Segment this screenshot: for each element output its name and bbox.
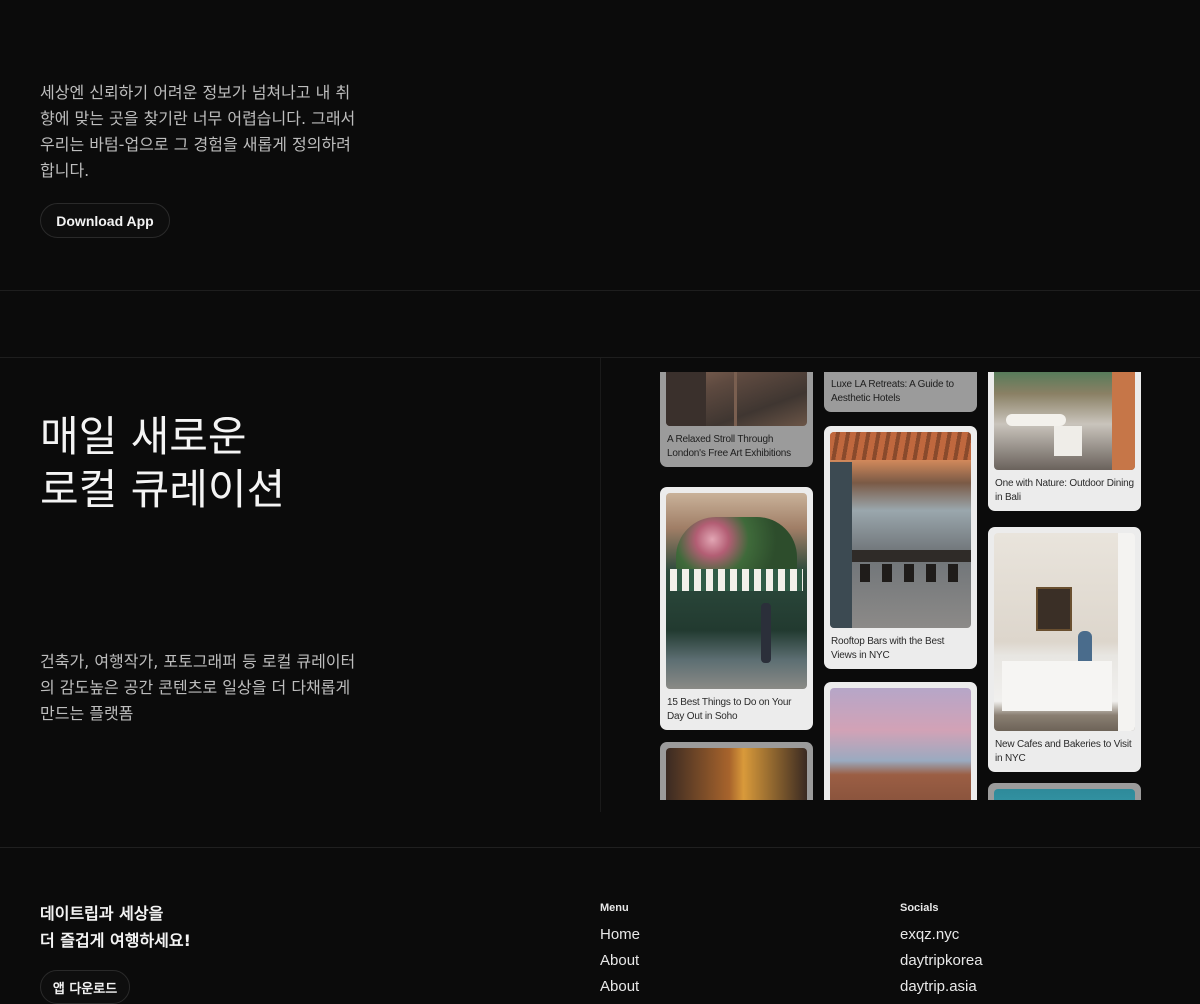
footer-link-about[interactable]: About (600, 948, 640, 974)
card-caption: One with Nature: Outdoor Dining in Bali (995, 478, 1134, 503)
footer-tagline: 데이트립과 세상을 더 즐겁게 여행하세요! (40, 900, 191, 954)
hero-subtext: 건축가, 여행작가, 포토그래퍼 등 로컬 큐레이터의 감도높은 공간 콘텐츠로… (40, 652, 356, 723)
curation-card[interactable]: A Relaxed Stroll Through London's Free A… (660, 372, 813, 467)
card-image (666, 748, 807, 800)
curation-card[interactable]: New Cafes and Bakeries to Visit in NYC (988, 527, 1141, 772)
curation-card[interactable]: Rooftop Bars with the Best Views in NYC (824, 426, 977, 669)
card-caption: New Cafes and Bakeries to Visit in NYC (995, 739, 1132, 764)
curation-card[interactable] (988, 783, 1141, 800)
app-download-button[interactable]: 앱 다운로드 (40, 970, 130, 1004)
social-link-exqz[interactable]: exqz.nyc (900, 922, 983, 948)
curation-card[interactable]: One with Nature: Outdoor Dining in Bali (988, 372, 1141, 511)
column-divider (600, 358, 601, 812)
card-image (830, 688, 971, 800)
card-caption: Luxe LA Retreats: A Guide to Aesthetic H… (831, 379, 954, 404)
social-link-daytrip-asia[interactable]: daytrip.asia (900, 974, 983, 1000)
hero-headline-line2: 로컬 큐레이션 (40, 465, 286, 514)
footer-tagline-line2: 더 즐겁게 여행하세요! (40, 931, 191, 950)
download-app-button[interactable]: Download App (40, 203, 170, 238)
card-caption: 15 Best Things to Do on Your Day Out in … (667, 697, 792, 722)
curation-card[interactable] (660, 742, 813, 800)
social-link-daytripkorea[interactable]: daytripkorea (900, 948, 983, 974)
curation-card[interactable]: Luxe LA Retreats: A Guide to Aesthetic H… (824, 372, 977, 412)
footer-menu-heading: Menu (600, 902, 629, 914)
footer-link-about[interactable]: About (600, 974, 640, 1000)
curation-gallery: A Relaxed Stroll Through London's Free A… (660, 372, 1142, 800)
card-image (994, 533, 1135, 731)
hero-headline: 매일 새로운 로컬 큐레이션 (40, 410, 285, 516)
footer-socials: Socials exqz.nyc daytripkorea daytrip.as… (900, 902, 983, 1000)
section-divider (0, 290, 1200, 291)
card-image (666, 372, 807, 426)
footer-link-home[interactable]: Home (600, 922, 640, 948)
card-caption: A Relaxed Stroll Through London's Free A… (667, 434, 791, 459)
footer-divider (0, 847, 1200, 848)
card-caption: Rooftop Bars with the Best Views in NYC (831, 636, 945, 661)
card-image (666, 493, 807, 689)
intro-text: 세상엔 신뢰하기 어려운 정보가 넘쳐나고 내 취향에 맞는 곳을 찾기란 너무… (40, 83, 356, 180)
curation-card[interactable]: 15 Best Things to Do on Your Day Out in … (660, 487, 813, 730)
curation-card[interactable] (824, 682, 977, 800)
card-image (994, 789, 1135, 800)
card-image (994, 372, 1135, 470)
footer-menu: Menu Home About About (600, 902, 640, 1000)
hero-headline-line1: 매일 새로운 (40, 412, 247, 461)
footer-tagline-line1: 데이트립과 세상을 (40, 904, 164, 923)
card-image (830, 432, 971, 628)
footer-socials-heading: Socials (900, 902, 939, 914)
